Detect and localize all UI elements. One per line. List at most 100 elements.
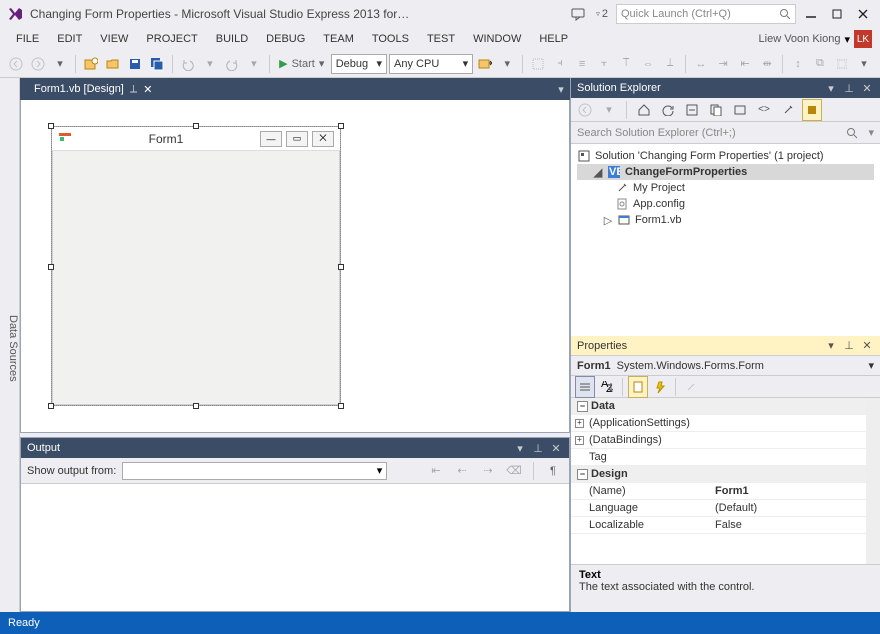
close-button[interactable]: [852, 4, 874, 24]
prop-value[interactable]: [711, 415, 866, 431]
hspace-remove-button[interactable]: ⇹: [757, 53, 777, 75]
save-button[interactable]: [125, 53, 145, 75]
align-center-button[interactable]: ≡: [572, 53, 592, 75]
quick-launch-input[interactable]: Quick Launch (Ctrl+Q): [616, 4, 796, 24]
properties-icon[interactable]: [778, 99, 798, 121]
menu-view[interactable]: VIEW: [92, 31, 136, 47]
prop-value[interactable]: False: [711, 517, 866, 533]
chevron-down-icon[interactable]: ▾: [497, 53, 517, 75]
close-icon[interactable]: ✕: [143, 83, 152, 96]
user-account[interactable]: Liew Voon Kiong ▾ LK: [759, 30, 872, 48]
expand-icon[interactable]: +: [575, 436, 584, 445]
minimize-button[interactable]: [800, 4, 822, 24]
pin-icon[interactable]: ⊥: [842, 339, 856, 353]
pin-icon[interactable]: ⊥: [842, 81, 856, 95]
resize-handle[interactable]: [193, 403, 199, 409]
resize-handle[interactable]: [48, 403, 54, 409]
tree-node-form1[interactable]: ▷ Form1.vb: [577, 212, 874, 228]
nav-forward-button[interactable]: [28, 53, 48, 75]
menu-file[interactable]: FILE: [8, 31, 47, 47]
browser-target-button[interactable]: [475, 53, 495, 75]
prev-message-button[interactable]: ⇠: [452, 460, 472, 482]
menu-help[interactable]: HELP: [531, 31, 576, 47]
collapse-icon[interactable]: −: [577, 469, 588, 480]
hspace-equal-button[interactable]: ↔: [691, 53, 711, 75]
close-icon[interactable]: ✕: [549, 441, 563, 455]
properties-grid[interactable]: −Data +(ApplicationSettings) +(DataBindi…: [571, 398, 866, 564]
notifications-icon[interactable]: 2: [592, 4, 612, 24]
tree-node-appconfig[interactable]: App.config: [577, 196, 874, 212]
output-text[interactable]: [21, 484, 569, 611]
menu-test[interactable]: TEST: [419, 31, 463, 47]
vspace-equal-button[interactable]: ↕: [788, 53, 808, 75]
properties-object-selector[interactable]: Form1 System.Windows.Forms.Form ▾: [571, 356, 880, 376]
align-bottom-button[interactable]: ⟘: [660, 53, 680, 75]
tree-node-solution[interactable]: Solution 'Changing Form Properties' (1 p…: [577, 148, 874, 164]
pin-icon[interactable]: ⟂: [130, 83, 137, 96]
tab-form1-design[interactable]: Form1.vb [Design] ⟂ ✕: [24, 78, 162, 100]
resize-handle[interactable]: [338, 264, 344, 270]
expand-icon[interactable]: +: [575, 419, 584, 428]
resize-handle[interactable]: [193, 123, 199, 129]
align-middle-button[interactable]: ⇔: [638, 53, 658, 75]
align-top-button[interactable]: ⟙: [616, 53, 636, 75]
menu-project[interactable]: PROJECT: [138, 31, 205, 47]
align-grid-button[interactable]: [528, 53, 548, 75]
resize-handle[interactable]: [48, 264, 54, 270]
menu-build[interactable]: BUILD: [208, 31, 256, 47]
undo-button[interactable]: [178, 53, 198, 75]
chevron-down-icon[interactable]: ▾: [244, 53, 264, 75]
output-source-dropdown[interactable]: ▾: [122, 462, 387, 480]
resize-handle[interactable]: [338, 403, 344, 409]
window-position-icon[interactable]: ▾: [824, 339, 838, 353]
solution-config-dropdown[interactable]: Debug▾: [331, 54, 387, 74]
data-sources-tab[interactable]: Data Sources: [0, 78, 20, 612]
next-message-button[interactable]: ⇢: [478, 460, 498, 482]
prop-value[interactable]: [711, 449, 866, 465]
solution-explorer-header[interactable]: Solution Explorer ▾ ⊥ ✕: [571, 78, 880, 98]
clear-all-button[interactable]: ⌫: [504, 460, 524, 482]
menu-edit[interactable]: EDIT: [49, 31, 90, 47]
hspace-inc-button[interactable]: ⇥: [713, 53, 733, 75]
twisty-expanded-icon[interactable]: ◢: [593, 166, 603, 179]
tab-list-dropdown[interactable]: ▾: [552, 78, 570, 100]
back-icon[interactable]: [575, 99, 595, 121]
chevron-down-icon[interactable]: ▾: [868, 126, 874, 139]
view-designer-icon[interactable]: [802, 99, 822, 121]
window-position-icon[interactable]: ▾: [824, 81, 838, 95]
resize-handle[interactable]: [48, 123, 54, 129]
window-position-icon[interactable]: ▾: [513, 441, 527, 455]
form-designer-surface[interactable]: Form1 — ▭ ⨉: [20, 100, 570, 433]
send-back-button[interactable]: ⿴: [832, 53, 852, 75]
prop-value[interactable]: [711, 432, 866, 448]
new-project-button[interactable]: [81, 53, 101, 75]
nav-back-button[interactable]: [6, 53, 26, 75]
preview-icon[interactable]: [730, 99, 750, 121]
menu-window[interactable]: WINDOW: [465, 31, 529, 47]
alphabetical-icon[interactable]: AZ: [597, 376, 617, 398]
start-debug-button[interactable]: ▶ Start ▾: [275, 53, 329, 75]
align-right-button[interactable]: ⫟: [594, 53, 614, 75]
twisty-collapsed-icon[interactable]: ▷: [603, 214, 613, 227]
property-pages-icon[interactable]: [681, 376, 701, 398]
bring-front-button[interactable]: ⧉: [810, 53, 830, 75]
pin-icon[interactable]: ⊥: [531, 441, 545, 455]
collapse-icon[interactable]: −: [577, 401, 588, 412]
menu-tools[interactable]: TOOLS: [364, 31, 417, 47]
open-file-button[interactable]: [103, 53, 123, 75]
close-icon[interactable]: ✕: [860, 81, 874, 95]
output-header[interactable]: Output ▾ ⊥ ✕: [21, 438, 569, 458]
save-all-button[interactable]: [147, 53, 167, 75]
align-left-button[interactable]: ⫞: [550, 53, 570, 75]
refresh-icon[interactable]: [658, 99, 678, 121]
menu-debug[interactable]: DEBUG: [258, 31, 313, 47]
resize-handle[interactable]: [338, 123, 344, 129]
chevron-down-icon[interactable]: ▾: [200, 53, 220, 75]
view-code-icon[interactable]: <>: [754, 99, 774, 121]
prop-value[interactable]: Form1: [711, 483, 866, 499]
events-icon[interactable]: [650, 376, 670, 398]
tree-node-project[interactable]: ◢ VB ChangeFormProperties: [577, 164, 874, 180]
maximize-button[interactable]: [826, 4, 848, 24]
tree-node-myproject[interactable]: My Project: [577, 180, 874, 196]
prop-value[interactable]: (Default): [711, 500, 866, 516]
